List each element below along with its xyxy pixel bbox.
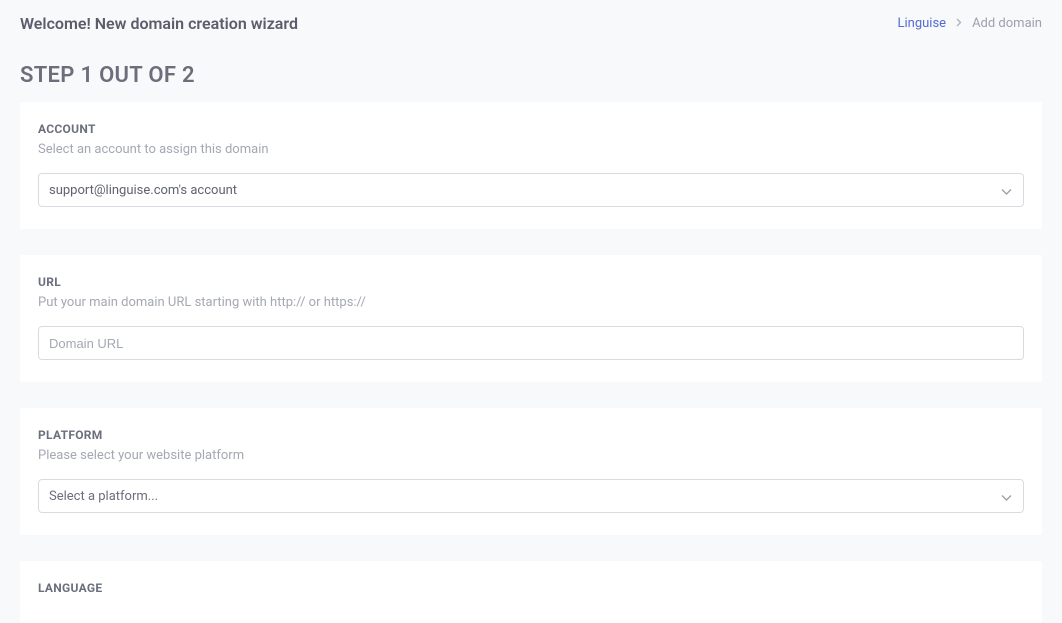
url-help: Put your main domain URL starting with h… bbox=[38, 295, 1024, 310]
platform-card: PLATFORM Please select your website plat… bbox=[20, 408, 1042, 535]
breadcrumb-link-linguise[interactable]: Linguise bbox=[897, 16, 946, 31]
language-card: LANGUAGE bbox=[20, 561, 1042, 623]
platform-select-value: Select a platform... bbox=[49, 489, 158, 504]
welcome-title: Welcome! New domain creation wizard bbox=[20, 14, 298, 33]
account-label: ACCOUNT bbox=[38, 122, 1024, 136]
step-title: STEP 1 OUT OF 2 bbox=[0, 43, 1062, 102]
url-card: URL Put your main domain URL starting wi… bbox=[20, 255, 1042, 382]
page-header: Welcome! New domain creation wizard Ling… bbox=[0, 0, 1062, 43]
language-label: LANGUAGE bbox=[38, 581, 1024, 595]
account-help: Select an account to assign this domain bbox=[38, 142, 1024, 157]
platform-select[interactable]: Select a platform... bbox=[38, 479, 1024, 513]
platform-label: PLATFORM bbox=[38, 428, 1024, 442]
account-card: ACCOUNT Select an account to assign this… bbox=[20, 102, 1042, 229]
breadcrumb-current: Add domain bbox=[972, 16, 1042, 31]
account-select-value: support@linguise.com's account bbox=[49, 183, 237, 198]
chevron-right-icon bbox=[956, 17, 962, 30]
platform-help: Please select your website platform bbox=[38, 448, 1024, 463]
account-select[interactable]: support@linguise.com's account bbox=[38, 173, 1024, 207]
url-label: URL bbox=[38, 275, 1024, 289]
domain-url-input[interactable] bbox=[38, 326, 1024, 360]
breadcrumb: Linguise Add domain bbox=[897, 16, 1042, 31]
